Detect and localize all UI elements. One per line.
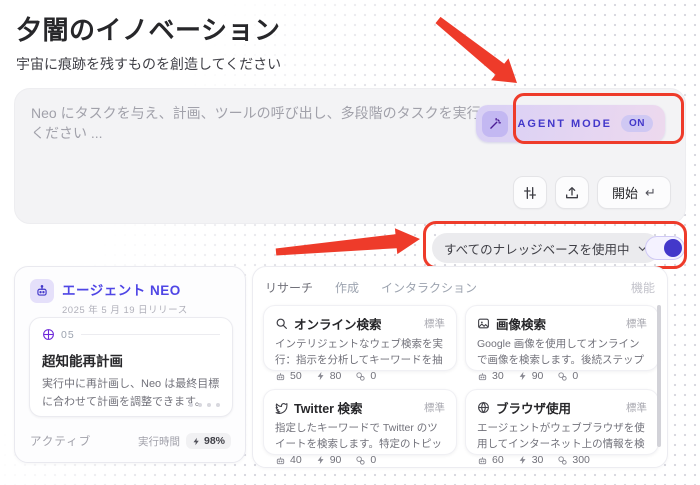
stat-agent: 40 <box>275 454 302 466</box>
agent-mode-badge[interactable]: AGENT MODE ON <box>476 105 665 142</box>
runtime-value: 98% <box>204 435 225 447</box>
feature-description: 指定したキーワードで Twitter のツイートを検索します。特定のトピックに関… <box>275 421 445 452</box>
agent-name: エージェント NEO <box>62 279 188 299</box>
features-panel: リサーチ 作成 インタラクション 機能 オンライン検索 標準 インテリジェントな… <box>252 266 668 468</box>
link-icon <box>557 455 568 466</box>
robot-icon <box>275 455 286 466</box>
feature-description: インテリジェントなウェブ検索を実行：指示を分析してキーワードを抽出し、Googl… <box>275 337 445 368</box>
agent-release-date: 2025 年 5 月 19 日リリース <box>62 302 188 316</box>
feature-card-image-search[interactable]: 画像検索 標準 Google 画像を使用してオンラインで画像を検索します。後続ス… <box>465 305 659 371</box>
skill-title: 超知能再計画 <box>42 350 220 370</box>
twitter-bird-icon <box>275 401 288 414</box>
robot-icon <box>477 371 488 382</box>
zap-icon <box>518 455 528 465</box>
stat-agent: 50 <box>275 370 302 382</box>
magic-wand-icon <box>482 111 508 137</box>
plan-icon <box>42 328 55 341</box>
search-icon <box>275 317 288 330</box>
stat-agent: 30 <box>477 370 504 382</box>
agent-status: アクティブ <box>30 433 91 449</box>
feature-title: ブラウザ使用 <box>496 398 571 417</box>
knowledge-base-toggle[interactable] <box>645 236 685 260</box>
stat-link: 0 <box>557 370 578 382</box>
features-section-label: 機能 <box>631 279 655 296</box>
toggle-knob <box>664 239 682 257</box>
knowledge-base-select[interactable]: すべてのナレッジベースを使用中 <box>432 233 660 263</box>
feature-badge: 標準 <box>626 400 647 415</box>
page-title: 夕闇のイノベーション <box>16 10 280 47</box>
agent-mode-state: ON <box>621 115 653 132</box>
feature-title: Twitter 検索 <box>294 398 363 417</box>
agent-neo-card: エージェント NEO 2025 年 5 月 19 日リリース 05 超知能再計画… <box>14 266 246 463</box>
agent-mode-label: AGENT MODE <box>517 118 612 130</box>
feature-badge: 標準 <box>424 316 445 331</box>
feature-description: エージェントがウェブブラウザを使用してインターネット上の情報を検索できます... <box>477 421 647 452</box>
divider <box>81 334 220 335</box>
stat-link: 300 <box>557 454 590 466</box>
zap-icon <box>316 455 326 465</box>
feature-title: オンライン検索 <box>294 314 382 333</box>
knowledge-base-select-label: すべてのナレッジベースを使用中 <box>444 239 630 258</box>
feature-card-browser-use[interactable]: ブラウザ使用 標準 エージェントがウェブブラウザを使用してインターネット上の情報… <box>465 389 659 455</box>
stat-link: 0 <box>355 454 376 466</box>
feature-card-twitter-search[interactable]: Twitter 検索 標準 指定したキーワードで Twitter のツイートを検… <box>263 389 457 455</box>
task-input[interactable] <box>31 103 511 163</box>
tab-interaction[interactable]: インタラクション <box>381 279 477 296</box>
feature-title: 画像検索 <box>496 314 546 333</box>
feature-badge: 標準 <box>424 400 445 415</box>
stat-agent: 60 <box>477 454 504 466</box>
stat-energy: 90 <box>518 370 544 382</box>
tab-research[interactable]: リサーチ <box>265 279 313 296</box>
start-button-label: 開始 <box>612 183 638 202</box>
settings-sliders-button[interactable] <box>513 176 547 209</box>
upload-icon <box>564 185 580 201</box>
robot-icon <box>477 455 488 466</box>
link-icon <box>355 455 366 466</box>
globe-icon <box>477 401 490 414</box>
feature-description: Google 画像を使用してオンラインで画像を検索します。後続ステップで使用する… <box>477 337 647 368</box>
features-scrollbar[interactable] <box>657 305 661 447</box>
robot-icon <box>30 279 54 303</box>
feature-card-online-search[interactable]: オンライン検索 標準 インテリジェントなウェブ検索を実行：指示を分析してキーワー… <box>263 305 457 371</box>
runtime-badge: 98% <box>186 433 231 449</box>
link-icon <box>557 371 568 382</box>
start-button[interactable]: 開始 ↵ <box>597 176 671 209</box>
zap-icon <box>192 437 201 446</box>
sliders-icon <box>522 185 538 201</box>
enter-key-icon: ↵ <box>645 185 656 201</box>
zap-icon <box>518 371 528 381</box>
image-icon <box>477 317 490 330</box>
feature-tabs: リサーチ 作成 インタラクション <box>265 279 477 296</box>
skill-carousel-card[interactable]: 05 超知能再計画 実行中に再計画し、Neo は最終目標に合わせて計画を調整でき… <box>29 317 233 417</box>
zap-icon <box>316 371 326 381</box>
robot-icon <box>275 371 286 382</box>
skill-step-number: 05 <box>61 329 75 341</box>
feature-badge: 標準 <box>626 316 647 331</box>
link-icon <box>355 371 366 382</box>
stat-energy: 90 <box>316 454 342 466</box>
carousel-pagination-dots[interactable] <box>189 403 220 407</box>
page-subtitle: 宇宙に痕跡を残すものを創造してください <box>16 54 281 74</box>
runtime-label: 実行時間 <box>138 434 180 449</box>
stat-energy: 80 <box>316 370 342 382</box>
stat-energy: 30 <box>518 454 544 466</box>
task-composer-panel: AGENT MODE ON 開始 ↵ <box>14 88 686 224</box>
tab-create[interactable]: 作成 <box>335 279 359 296</box>
upload-button[interactable] <box>555 176 589 209</box>
stat-link: 0 <box>355 370 376 382</box>
